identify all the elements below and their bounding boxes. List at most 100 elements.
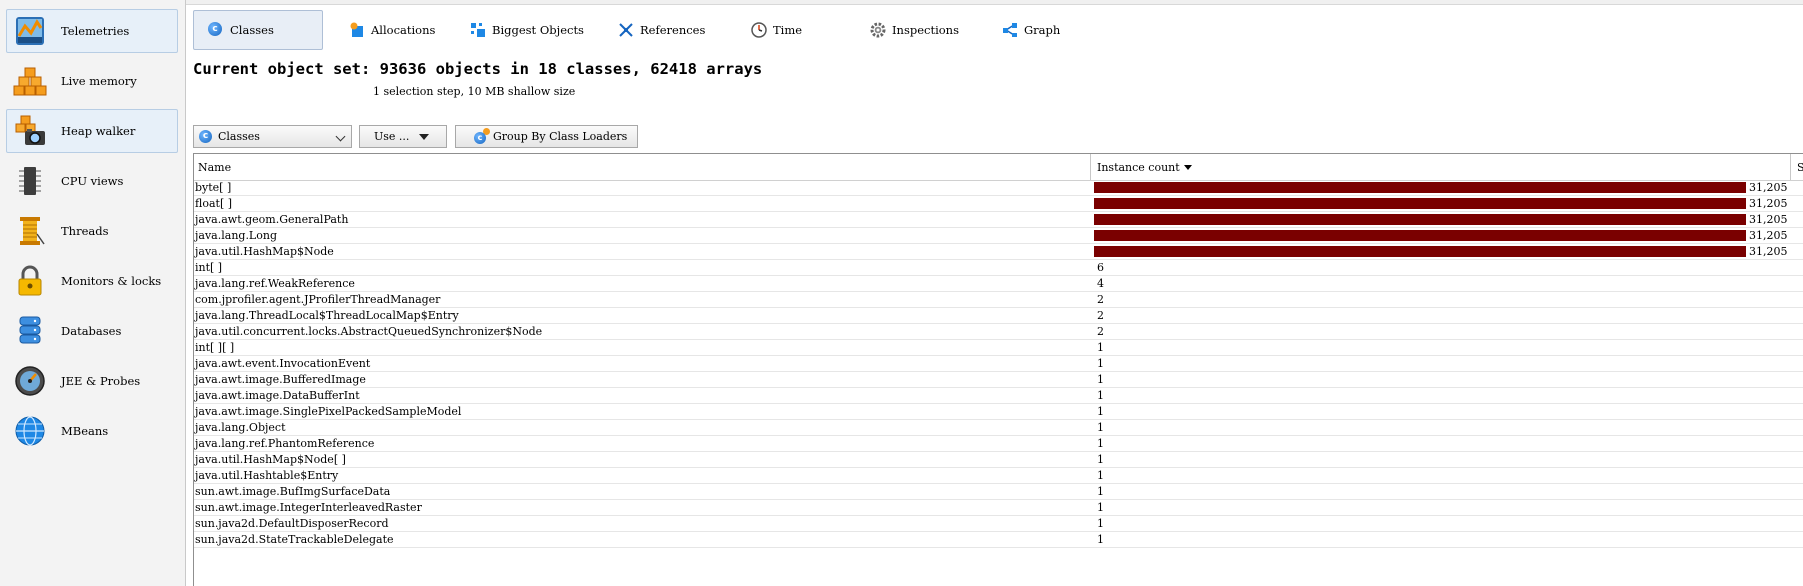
table-row[interactable]: float[ ] 31,205 — [194, 196, 1803, 212]
instance-count-value: 2 — [1097, 293, 1104, 306]
instance-count-cell: 1 — [1091, 532, 1791, 547]
table-row[interactable]: com.jprofiler.agent.JProfilerThreadManag… — [194, 292, 1803, 308]
sidebar-item-threads[interactable]: Threads — [6, 209, 178, 253]
instance-count-value: 1 — [1097, 501, 1104, 514]
table-row[interactable]: java.lang.ref.PhantomReference 1 — [194, 436, 1803, 452]
use-dropdown-button[interactable]: Use ... — [359, 125, 447, 148]
sidebar-item-live-memory[interactable]: Live memory — [6, 59, 178, 103]
table-row[interactable]: java.awt.image.DataBufferInt 1 — [194, 388, 1803, 404]
instance-count-cell: 2 — [1091, 308, 1791, 323]
class-name-cell: java.lang.Long — [195, 229, 277, 242]
view-select-dropdown[interactable]: c Classes — [193, 125, 352, 148]
instance-count-value: 1 — [1097, 341, 1104, 354]
view-tab-bar: c Classes Allocations Biggest Objects Re… — [192, 10, 1803, 50]
instance-count-cell: 2 — [1091, 324, 1791, 339]
class-name-cell: java.lang.ref.WeakReference — [195, 277, 355, 290]
class-name-cell: java.util.concurrent.locks.AbstractQueue… — [195, 325, 543, 338]
sidebar-item-label: Telemetries — [61, 24, 130, 38]
instance-count-cell: 1 — [1091, 388, 1791, 403]
table-row[interactable]: int[ ] 6 — [194, 260, 1803, 276]
table-row[interactable]: java.awt.image.BufferedImage 1 — [194, 372, 1803, 388]
instance-count-cell: 1 — [1091, 452, 1791, 467]
table-row[interactable]: java.util.HashMap$Node[ ] 1 — [194, 452, 1803, 468]
sidebar-item-label: CPU views — [61, 174, 124, 188]
sidebar-item-label: Databases — [61, 324, 122, 338]
instance-count-cell: 1 — [1091, 372, 1791, 387]
class-name-cell: java.util.HashMap$Node[ ] — [195, 453, 346, 466]
class-name-cell: int[ ] — [195, 261, 223, 274]
class-name-cell: java.awt.geom.GeneralPath — [195, 213, 349, 226]
instance-count-value: 1 — [1097, 405, 1104, 418]
table-row[interactable]: java.util.concurrent.locks.AbstractQueue… — [194, 324, 1803, 340]
table-row[interactable]: sun.awt.image.IntegerInterleavedRaster 1 — [194, 500, 1803, 516]
tab-references[interactable]: References — [604, 10, 734, 50]
table-row[interactable]: java.awt.geom.GeneralPath 31,205 — [194, 212, 1803, 228]
instance-count-cell: 2 — [1091, 292, 1791, 307]
sidebar-item-label: MBeans — [61, 424, 109, 438]
table-row[interactable]: java.util.HashMap$Node 31,205 — [194, 244, 1803, 260]
table-header: Name Instance count S — [194, 154, 1803, 181]
group-by-class-loaders-button[interactable]: c Group By Class Loaders — [455, 125, 638, 148]
table-row[interactable]: sun.awt.image.BufImgSurfaceData 1 — [194, 484, 1803, 500]
table-row[interactable]: sun.java2d.DefaultDisposerRecord 1 — [194, 516, 1803, 532]
references-icon — [618, 22, 634, 38]
page-title: Current object set: 93636 objects in 18 … — [193, 60, 763, 78]
instance-count-value: 31,205 — [1749, 197, 1788, 210]
column-header-name[interactable]: Name — [194, 154, 1091, 180]
sidebar: Telemetries Live memory Heap walker CPU … — [0, 0, 186, 586]
instance-count-cell: 1 — [1091, 516, 1791, 531]
lock-icon — [13, 264, 47, 298]
table-row[interactable]: java.awt.event.InvocationEvent 1 — [194, 356, 1803, 372]
instance-count-value: 2 — [1097, 325, 1104, 338]
column-header-instance-count[interactable]: Instance count — [1091, 154, 1791, 180]
instance-count-value: 2 — [1097, 309, 1104, 322]
sidebar-item-label: Live memory — [61, 74, 137, 88]
tab-biggest-objects[interactable]: Biggest Objects — [456, 10, 596, 50]
table-row[interactable]: int[ ][ ] 1 — [194, 340, 1803, 356]
instance-count-cell: 31,205 — [1091, 180, 1791, 195]
instance-count-cell: 31,205 — [1091, 212, 1791, 227]
class-loader-icon: c — [474, 127, 490, 144]
sidebar-item-jee-probes[interactable]: JEE & Probes — [6, 359, 178, 403]
table-row[interactable]: java.lang.ref.WeakReference 4 — [194, 276, 1803, 292]
cpu-views-icon — [13, 164, 47, 198]
biggest-objects-icon — [470, 22, 486, 38]
tab-graph[interactable]: Graph — [988, 10, 1088, 50]
tab-inspections[interactable]: Inspections — [856, 10, 976, 50]
sidebar-item-databases[interactable]: Databases — [6, 309, 178, 353]
tab-time[interactable]: Time — [737, 10, 837, 50]
table-row[interactable]: java.lang.ThreadLocal$ThreadLocalMap$Ent… — [194, 308, 1803, 324]
class-name-cell: java.util.Hashtable$Entry — [195, 469, 339, 482]
sidebar-item-mbeans[interactable]: MBeans — [6, 409, 178, 453]
instance-count-value: 1 — [1097, 533, 1104, 546]
class-name-cell: int[ ][ ] — [195, 341, 235, 354]
class-name-cell: sun.java2d.DefaultDisposerRecord — [195, 517, 389, 530]
sidebar-item-heap-walker[interactable]: Heap walker — [6, 109, 178, 153]
graph-icon — [1002, 22, 1018, 38]
class-name-cell: sun.awt.image.BufImgSurfaceData — [195, 485, 391, 498]
table-row[interactable]: byte[ ] 31,205 — [194, 180, 1803, 196]
table-row[interactable]: java.lang.Long 31,205 — [194, 228, 1803, 244]
instance-count-bar — [1094, 198, 1746, 209]
selection-summary: 1 selection step, 10 MB shallow size — [373, 85, 576, 98]
table-row[interactable]: java.util.Hashtable$Entry 1 — [194, 468, 1803, 484]
sidebar-item-cpu-views[interactable]: CPU views — [6, 159, 178, 203]
column-header-size[interactable]: S — [1791, 154, 1803, 180]
table-row[interactable]: sun.java2d.StateTrackableDelegate 1 — [194, 532, 1803, 548]
tab-allocations[interactable]: Allocations — [335, 10, 455, 50]
table-row[interactable]: java.awt.image.SinglePixelPackedSampleMo… — [194, 404, 1803, 420]
instance-count-cell: 1 — [1091, 356, 1791, 371]
sidebar-item-label: Monitors & locks — [61, 274, 162, 288]
instance-count-cell: 6 — [1091, 260, 1791, 275]
class-name-cell: java.lang.Object — [195, 421, 286, 434]
instance-count-value: 1 — [1097, 373, 1104, 386]
sidebar-item-monitors-locks[interactable]: Monitors & locks — [6, 259, 178, 303]
tab-classes[interactable]: c Classes — [193, 10, 323, 50]
sidebar-item-telemetries[interactable]: Telemetries — [6, 9, 178, 53]
table-row[interactable]: java.lang.Object 1 — [194, 420, 1803, 436]
sidebar-item-label: JEE & Probes — [61, 374, 141, 388]
instance-count-value: 1 — [1097, 517, 1104, 530]
tab-label: Allocations — [371, 23, 436, 37]
telemetries-icon — [13, 14, 47, 48]
sort-descending-icon — [1183, 164, 1192, 170]
